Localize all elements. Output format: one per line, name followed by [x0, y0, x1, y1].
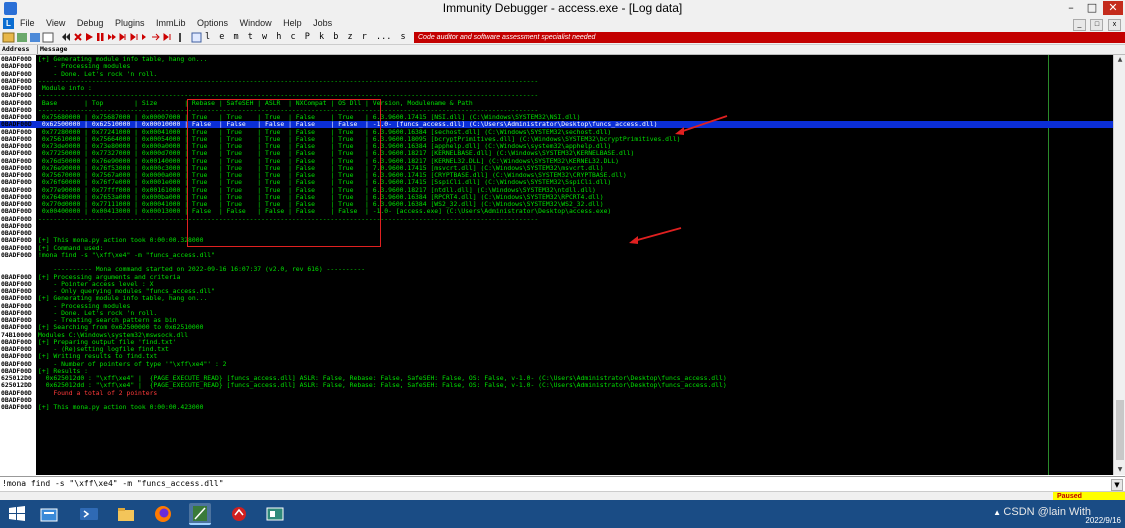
immunity-logo-icon: L [3, 18, 14, 29]
red-arrow-icon [629, 227, 682, 244]
scroll-thumb[interactable] [1116, 400, 1124, 460]
menu-plugins[interactable]: Plugins [115, 18, 145, 28]
tray-date: 2022/9/16 [1085, 516, 1121, 525]
trace-into-icon[interactable] [130, 33, 138, 41]
log-row[interactable]: 0BADF00D [+] Generating module info table… [0, 56, 1113, 63]
menu-bar: L File View Debug Plugins ImmLib Options… [0, 17, 1125, 31]
tagline-banner: Code auditor and software assessment spe… [414, 32, 1125, 43]
mdi-minimize-button[interactable]: _ [1072, 19, 1086, 31]
toolbar-r-button[interactable]: r [362, 32, 367, 42]
toolbar-t-button[interactable]: t [248, 32, 253, 42]
rewind-icon[interactable] [62, 33, 70, 41]
column-address[interactable]: Address [2, 45, 29, 54]
windows-start-icon[interactable] [6, 503, 28, 525]
scroll-down-arrow-icon[interactable]: ▼ [1114, 465, 1125, 475]
separator-icon [179, 33, 181, 42]
menu-options[interactable]: Options [197, 18, 228, 28]
minimize-button[interactable]: – [1061, 1, 1081, 15]
log-row-message: ----------------------------------------… [38, 76, 539, 85]
log-row[interactable]: 0BADF00D --------------------------------… [0, 76, 1113, 85]
command-history-dropdown-icon[interactable]: ▼ [1111, 479, 1123, 491]
log-scrollbar[interactable]: ▲ ▼ [1113, 55, 1125, 475]
log-row[interactable]: 0BADF00D --------------------------------… [0, 215, 1113, 223]
toolbar-h-button[interactable]: h [276, 32, 281, 42]
toolbar-s-button[interactable]: s [400, 32, 405, 42]
log-row[interactable]: 0BADF00D [0, 222, 1113, 230]
log-row[interactable]: 625012DD 0x625012dd : "\xff\xe4" | {PAGE… [0, 382, 1113, 389]
log-row[interactable]: 0BADF00D [+] Processing arguments and cri… [0, 273, 1113, 281]
remote-desktop-icon[interactable] [228, 503, 250, 525]
menu-debug[interactable]: Debug [77, 18, 104, 28]
mdi-close-button[interactable]: x [1108, 19, 1121, 31]
log-row[interactable]: 0BADF00D Found a total of 2 pointers [0, 388, 1113, 397]
menu-window[interactable]: Window [240, 18, 272, 28]
window-icon[interactable] [42, 32, 54, 43]
menu-help[interactable]: Help [283, 18, 302, 28]
log-row[interactable]: 0BADF00D [+] This mona.py action took 0:0… [0, 237, 1113, 244]
close-button[interactable]: ✕ [1103, 1, 1123, 15]
execute-till-return-icon[interactable] [152, 33, 160, 41]
trace-over-icon[interactable] [142, 34, 146, 40]
toolbar-e-button[interactable]: e [219, 32, 224, 42]
toolbar-b-button[interactable]: b [333, 32, 338, 42]
server-manager-icon[interactable] [38, 503, 60, 525]
taskbar: ▲ CSDN @lain With 2022/9/16 [0, 500, 1125, 528]
log-row[interactable]: 0BADF00D - Number of pointers of type '"… [0, 360, 1113, 368]
scroll-up-arrow-icon[interactable]: ▲ [1114, 55, 1125, 65]
log-row[interactable]: 0BADF00D [+] This mona.py action took 0:0… [0, 404, 1113, 411]
log-row[interactable]: 0BADF00D - Processing modules [0, 63, 1113, 70]
toolbar: l e m t w h c P k b z r ... s ? Code aud… [0, 31, 1125, 45]
pause-icon[interactable] [97, 33, 100, 41]
command-input[interactable]: !mona find -s "\xff\xe4" -m "funcs_acces… [2, 478, 1110, 490]
column-message[interactable]: Message [37, 45, 67, 54]
highlight-box [187, 99, 381, 247]
app-window-icon[interactable] [264, 503, 286, 525]
menu-file[interactable]: File [20, 18, 35, 28]
log-row[interactable]: 0BADF00D - Processing modules [0, 302, 1113, 310]
menu-view[interactable]: View [46, 18, 65, 28]
tray-expand-icon[interactable]: ▲ [993, 508, 1001, 517]
firefox-icon[interactable] [152, 503, 174, 525]
terminate-icon[interactable] [74, 33, 82, 41]
step-over-icon[interactable] [119, 33, 126, 41]
title-bar: Immunity Debugger - access.exe - [Log da… [0, 0, 1125, 18]
list-icon[interactable] [30, 33, 40, 42]
toolbar-more-button[interactable]: ... [376, 32, 391, 42]
toolbar-z-button[interactable]: z [348, 32, 353, 42]
toolbar-m-button[interactable]: m [234, 32, 239, 42]
log-row-message: Found a total of 2 pointers [38, 388, 158, 397]
menu-jobs[interactable]: Jobs [313, 18, 332, 28]
step-into-icon[interactable] [108, 34, 116, 40]
log-row[interactable]: 0BADF00D [+] Generating module info table… [0, 295, 1113, 302]
log-window-icon[interactable] [191, 32, 202, 43]
toolbar-p-button[interactable]: P [305, 32, 310, 42]
log-window[interactable]: 0BADF00D [+] Generating module info table… [0, 55, 1113, 475]
attach-icon[interactable] [17, 33, 27, 42]
goto-icon[interactable] [163, 33, 171, 41]
log-row-message: [+] This mona.py action took 0:00:00.423… [38, 403, 204, 411]
toolbar-c-button[interactable]: c [291, 32, 296, 42]
log-row-address: 0BADF00D [1, 250, 32, 259]
file-explorer-icon[interactable] [115, 503, 137, 525]
menu-immlib[interactable]: ImmLib [156, 18, 186, 28]
run-icon[interactable] [86, 33, 93, 41]
log-row-address: 0BADF00D [1, 403, 32, 411]
log-row-message: !mona find -s "\xff\xe4" -m "funcs_acces… [38, 250, 215, 259]
immunity-debugger-taskbar-icon[interactable] [189, 503, 211, 525]
open-folder-icon[interactable] [2, 32, 15, 43]
command-bar: !mona find -s "\xff\xe4" -m "funcs_acces… [0, 476, 1125, 491]
red-arrow-icon [675, 115, 728, 135]
log-row[interactable]: 0BADF00D - (Re)setting logfile find.txt [0, 346, 1113, 353]
watermark-text: CSDN @lain With [1003, 506, 1091, 518]
mdi-restore-button[interactable]: □ [1090, 19, 1104, 31]
powershell-icon[interactable] [78, 503, 100, 525]
toolbar-icons [2, 32, 202, 43]
log-column-header: Address Message [0, 45, 1125, 55]
window-title: Immunity Debugger - access.exe - [Log da… [442, 1, 683, 15]
maximize-button[interactable]: □ [1082, 1, 1102, 15]
log-row[interactable]: 0BADF00D !mona find -s "\xff\xe4" -m "fun… [0, 250, 1113, 259]
toolbar-k-button[interactable]: k [319, 32, 324, 42]
toolbar-l-button[interactable]: l [205, 32, 210, 42]
toolbar-w-button[interactable]: w [262, 32, 267, 42]
